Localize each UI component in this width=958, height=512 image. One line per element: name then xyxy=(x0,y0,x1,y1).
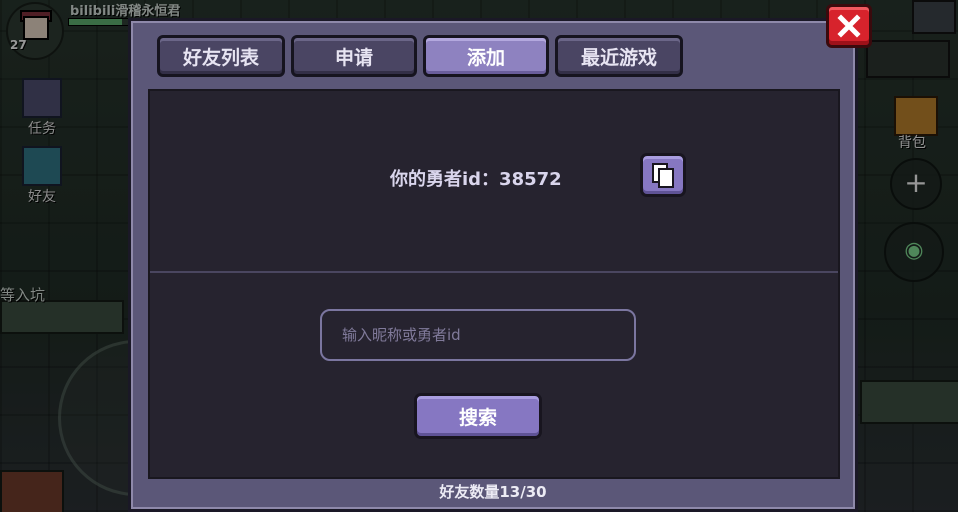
tab-friend-list[interactable]: 好友列表 xyxy=(157,35,285,77)
tab-recent-games[interactable]: 最近游戏 xyxy=(555,35,683,77)
copy-icon xyxy=(652,163,674,188)
search-input[interactable] xyxy=(320,309,636,361)
my-hero-id: 你的勇者id：38572 xyxy=(390,169,562,190)
friends-dialog: 好友列表 申请 添加 最近游戏 你的勇者id：38572 搜索 好友数量13/3… xyxy=(128,18,858,512)
copy-id-button[interactable] xyxy=(640,153,686,197)
panel-divider xyxy=(150,271,838,273)
add-friend-panel: 你的勇者id：38572 搜索 xyxy=(148,89,840,479)
close-icon xyxy=(837,14,861,38)
tab-requests[interactable]: 申请 xyxy=(291,35,417,77)
friends-tabs: 好友列表 申请 添加 最近游戏 xyxy=(157,35,683,77)
search-button[interactable]: 搜索 xyxy=(414,393,542,439)
friend-count: 好友数量13/30 xyxy=(439,483,547,501)
tab-add[interactable]: 添加 xyxy=(423,35,549,77)
close-button[interactable] xyxy=(826,4,872,48)
